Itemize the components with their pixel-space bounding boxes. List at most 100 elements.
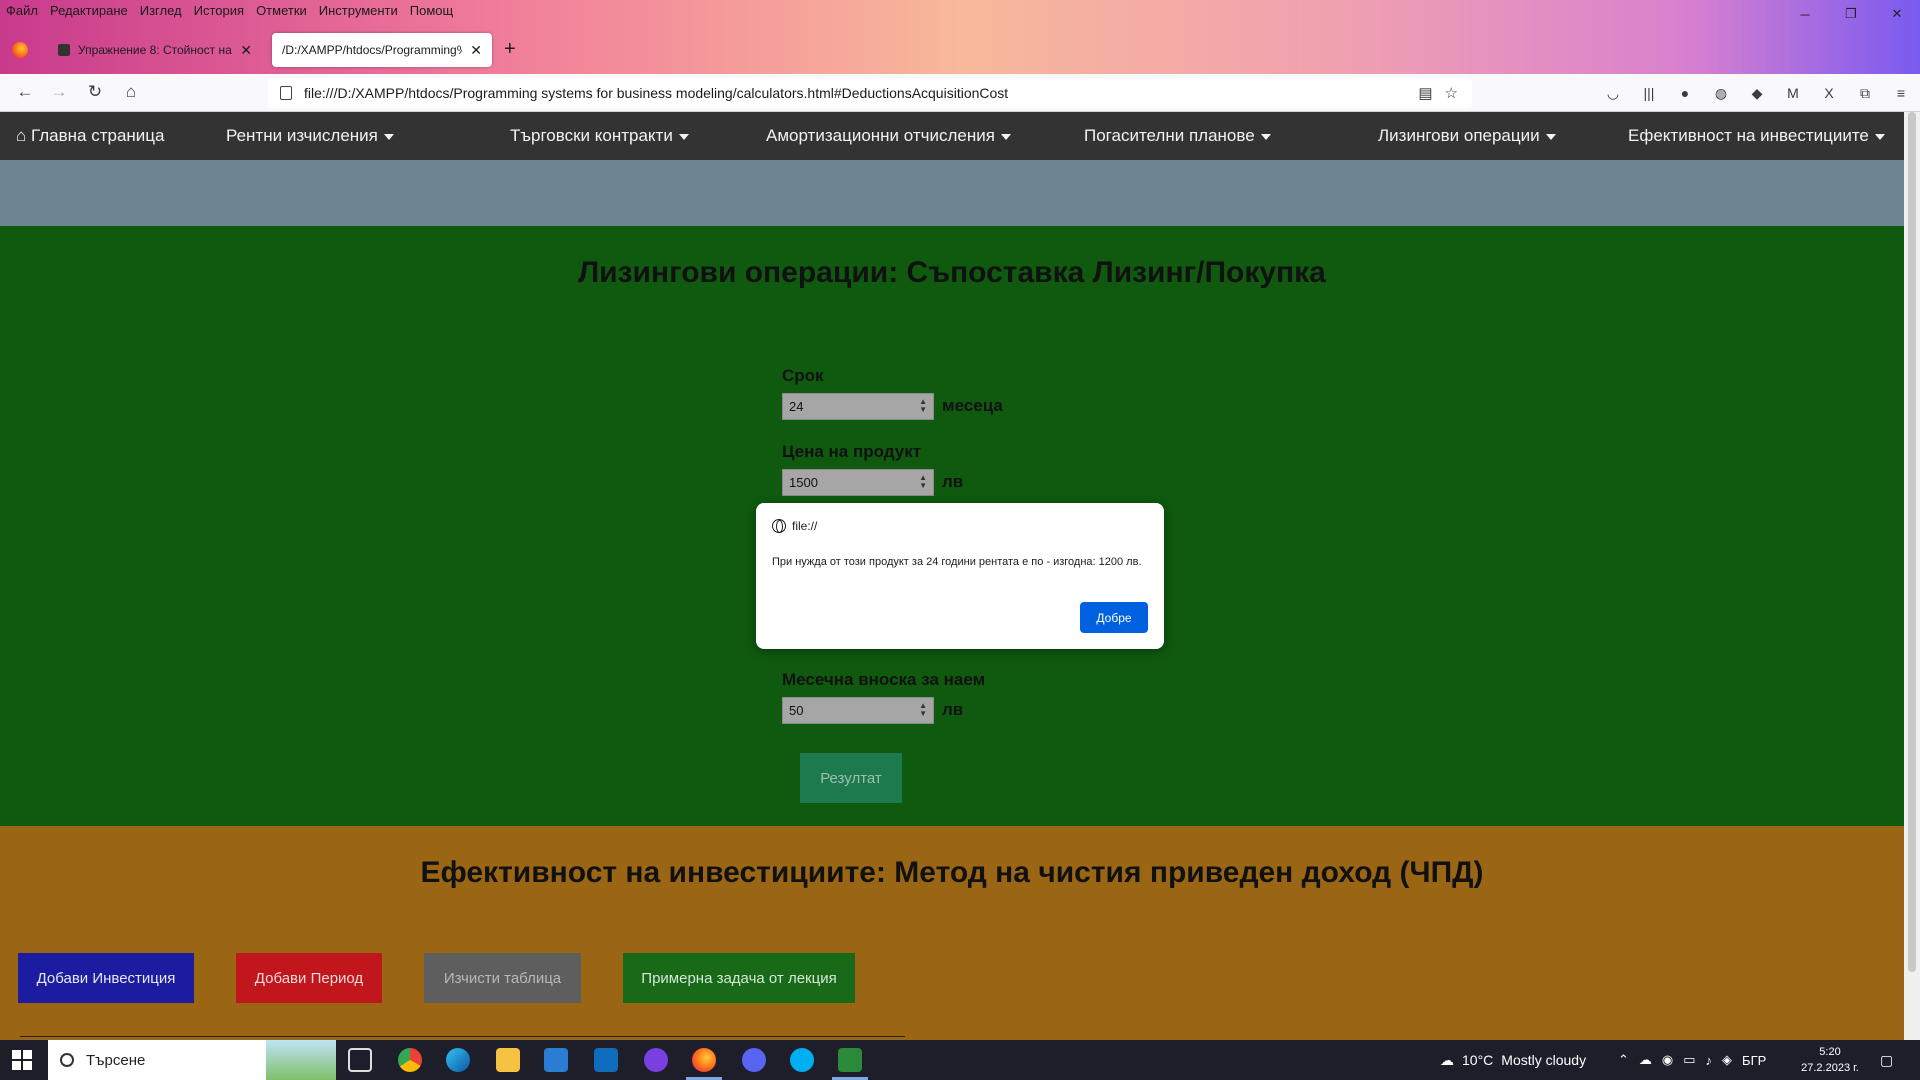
notifications-icon[interactable]: ▢ xyxy=(1880,1040,1893,1080)
home-icon[interactable]: ⌂ xyxy=(120,82,142,102)
spinner-icon[interactable]: ▲ ▼ xyxy=(919,398,927,414)
nav-investments[interactable]: Ефективност на инвестициите xyxy=(1628,112,1885,160)
cloud-sun-icon: ☁ xyxy=(1440,1051,1454,1068)
price-input[interactable]: 1500 ▲ ▼ xyxy=(782,469,934,496)
restore-icon[interactable]: ❐ xyxy=(1828,0,1874,28)
nav-leasing[interactable]: Лизингови операции xyxy=(1378,112,1556,160)
tab-exercise[interactable]: Упражнение 8: Стойност на пл ✕ xyxy=(48,33,262,67)
rent-input[interactable]: 50 ▲ ▼ xyxy=(782,697,934,724)
address-bar-actions: ▤ ☆ xyxy=(1418,84,1458,102)
menu-tools[interactable]: Инструменти xyxy=(319,2,398,20)
extension-x-icon[interactable]: X xyxy=(1818,83,1840,103)
network-icon[interactable]: ▭ xyxy=(1683,1052,1695,1068)
extension-info-icon[interactable]: ● xyxy=(1674,83,1696,103)
nav-contracts[interactable]: Търговски контракти xyxy=(510,112,689,160)
webcam-icon[interactable]: ◉ xyxy=(1662,1052,1673,1068)
spinner-icon[interactable]: ▲ ▼ xyxy=(919,474,927,490)
nav-home[interactable]: ⌂ Главна страница xyxy=(16,112,165,160)
reader-view-icon[interactable]: ▤ xyxy=(1418,84,1432,102)
page-scrollbar[interactable] xyxy=(1904,112,1920,1040)
chrome-icon[interactable] xyxy=(398,1048,422,1072)
new-tab-icon[interactable]: + xyxy=(504,38,516,61)
term-unit: месеца xyxy=(942,396,1003,415)
extension-icon[interactable]: ◍ xyxy=(1710,83,1732,103)
extension-m-icon[interactable]: M xyxy=(1782,83,1804,103)
menu-view[interactable]: Изглед xyxy=(140,2,182,20)
firefox-icon[interactable] xyxy=(692,1048,716,1072)
pocket-icon[interactable]: ◡ xyxy=(1602,83,1624,103)
library-icon[interactable]: ||| xyxy=(1638,83,1660,103)
menu-file[interactable]: Файл xyxy=(6,2,38,20)
weather-widget[interactable]: ☁ 10°C Mostly cloudy xyxy=(1440,1040,1586,1080)
firefox-view-icon[interactable] xyxy=(12,42,28,58)
browser-navbar: ← → ↻ ⌂ file:///D:/XAMPP/htdocs/Programm… xyxy=(0,74,1920,112)
nav-repayment[interactable]: Погасителни планове xyxy=(1084,112,1271,160)
app-green-icon[interactable] xyxy=(838,1048,862,1072)
discord-icon[interactable] xyxy=(742,1048,766,1072)
price-value: 1500 xyxy=(789,475,818,490)
edge-icon[interactable] xyxy=(446,1048,470,1072)
tab-title: Упражнение 8: Стойност на пл xyxy=(78,43,233,57)
rent-value: 50 xyxy=(789,703,804,718)
tab-close-icon[interactable]: ✕ xyxy=(240,42,252,59)
skype-icon[interactable] xyxy=(790,1048,814,1072)
search-icon xyxy=(60,1053,74,1067)
caret-down-icon xyxy=(1545,133,1556,140)
nav-depreciation[interactable]: Амортизационни отчисления xyxy=(766,112,1011,160)
taskbar-search[interactable]: Търсене xyxy=(48,1040,336,1080)
header-band xyxy=(0,160,1904,226)
nav-home-label: Главна страница xyxy=(31,126,165,145)
add-investment-button[interactable]: Добави Инвестиция xyxy=(18,953,194,1003)
extensions-icon[interactable]: ⧉ xyxy=(1854,83,1876,103)
app-purple-icon[interactable] xyxy=(644,1048,668,1072)
address-bar[interactable]: file:///D:/XAMPP/htdocs/Programming syst… xyxy=(268,78,1472,108)
menu-help[interactable]: Помощ xyxy=(410,2,453,20)
nav-rent[interactable]: Рентни изчисления xyxy=(226,112,394,160)
nav-leasing-label: Лизингови операции xyxy=(1378,126,1540,145)
nav-repayment-label: Погасителни планове xyxy=(1084,126,1255,145)
bookmark-star-icon[interactable]: ☆ xyxy=(1445,84,1458,102)
forward-icon[interactable]: → xyxy=(48,82,70,102)
menu-bookmarks[interactable]: Отметки xyxy=(256,2,307,20)
clear-table-button[interactable]: Изчисти таблица xyxy=(424,953,581,1003)
spinner-icon[interactable]: ▲ ▼ xyxy=(919,702,927,718)
windows-start-icon[interactable] xyxy=(12,1050,32,1070)
menu-edit[interactable]: Редактиране xyxy=(50,2,128,20)
nav-rent-label: Рентни изчисления xyxy=(226,126,378,145)
reload-icon[interactable]: ↻ xyxy=(84,82,106,102)
mail-icon[interactable] xyxy=(594,1048,618,1072)
volume-icon[interactable]: ♪ xyxy=(1706,1053,1713,1068)
dialog-ok-button[interactable]: Добре xyxy=(1080,602,1148,633)
term-input[interactable]: 24 ▲ ▼ xyxy=(782,393,934,420)
alert-dialog: file:// При нужда от този продукт за 24 … xyxy=(756,503,1164,649)
menu-history[interactable]: История xyxy=(194,2,244,20)
example-task-button[interactable]: Примерна задача от лекция xyxy=(623,953,855,1003)
scrollbar-thumb[interactable] xyxy=(1908,112,1916,972)
taskbar-clock[interactable]: 5:20 27.2.2023 г. xyxy=(1800,1044,1860,1076)
task-view-icon[interactable] xyxy=(348,1048,372,1072)
language-indicator[interactable]: БГР xyxy=(1742,1053,1766,1068)
file-explorer-icon[interactable] xyxy=(496,1048,520,1072)
nav-depreciation-label: Амортизационни отчисления xyxy=(766,126,995,145)
tab-calculators[interactable]: /D:/XAMPP/htdocs/Programming% ✕ xyxy=(272,33,492,67)
onedrive-icon[interactable]: ☁ xyxy=(1639,1052,1652,1068)
investment-title: Ефективност на инвестициите: Метод на чи… xyxy=(420,856,1484,889)
globe-icon xyxy=(772,519,786,533)
menu-icon[interactable]: ≡ xyxy=(1890,83,1912,103)
site-navigation: ⌂ Главна страница Рентни изчисления Търг… xyxy=(0,112,1904,160)
term-label: Срок xyxy=(782,366,824,385)
dropbox-icon[interactable]: ◈ xyxy=(1722,1052,1732,1068)
window-controls: ─ ❐ ✕ xyxy=(1782,0,1920,28)
url-text: file:///D:/XAMPP/htdocs/Programming syst… xyxy=(304,85,1009,101)
dialog-origin-text: file:// xyxy=(792,519,818,533)
add-period-button[interactable]: Добави Период xyxy=(236,953,382,1003)
ublock-icon[interactable]: ◆ xyxy=(1746,83,1768,103)
tab-close-icon[interactable]: ✕ xyxy=(470,42,482,59)
minimize-icon[interactable]: ─ xyxy=(1782,0,1828,28)
back-icon[interactable]: ← xyxy=(14,82,36,102)
result-button[interactable]: Резултат xyxy=(800,753,902,803)
chevron-up-icon[interactable]: ⌃ xyxy=(1618,1052,1629,1068)
close-window-icon[interactable]: ✕ xyxy=(1874,0,1920,28)
store-icon[interactable] xyxy=(544,1048,568,1072)
nav-contracts-label: Търговски контракти xyxy=(510,126,673,145)
